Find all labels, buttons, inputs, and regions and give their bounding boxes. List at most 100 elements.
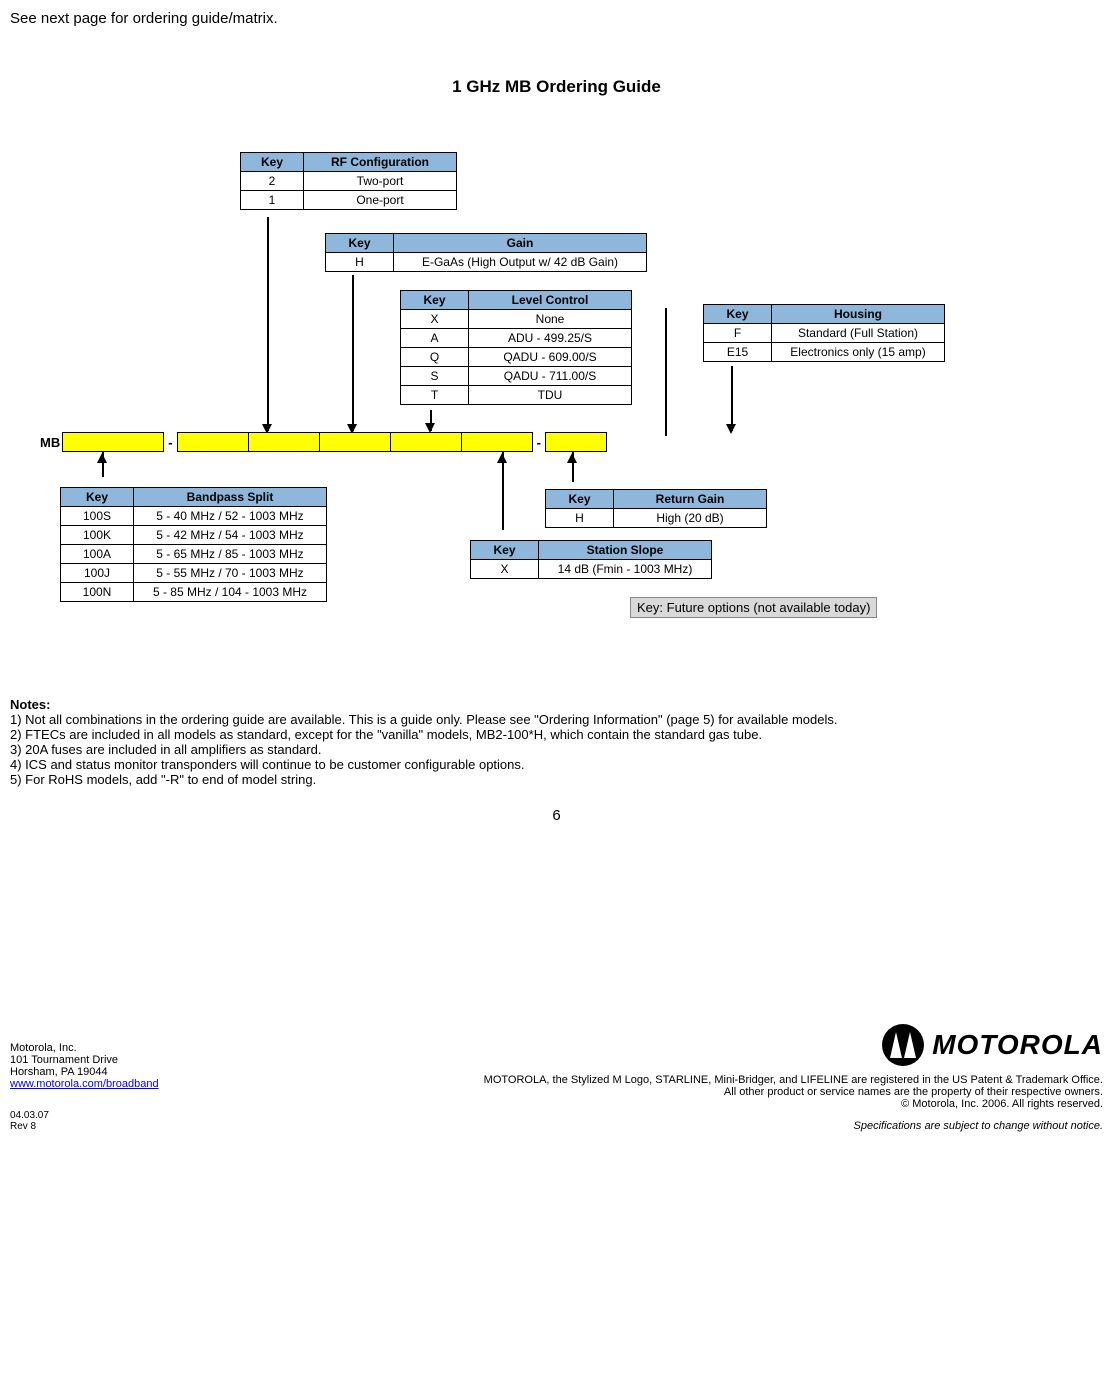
arrow-up-icon xyxy=(567,453,577,463)
cell: Electronics only (15 amp) xyxy=(772,343,945,362)
housing-val-header: Housing xyxy=(772,305,945,324)
trademark-line: MOTOROLA, the Stylized M Logo, STARLINE,… xyxy=(484,1074,1103,1086)
cell: TDU xyxy=(469,386,632,405)
bp-key-header: Key xyxy=(61,488,134,507)
cell: 100J xyxy=(61,564,134,583)
cell: H xyxy=(546,509,614,528)
note-line: 1) Not all combinations in the ordering … xyxy=(10,712,1103,727)
address-line: 101 Tournament Drive xyxy=(10,1054,159,1066)
revision-info: 04.03.07 Rev 8 xyxy=(10,1110,159,1132)
cell: None xyxy=(469,310,632,329)
rfconfig-table: KeyRF Configuration 2Two-port 1One-port xyxy=(240,152,457,210)
stationslope-table: KeyStation Slope X14 dB (Fmin - 1003 MHz… xyxy=(470,540,712,579)
cell: 5 - 42 MHz / 54 - 1003 MHz xyxy=(134,526,327,545)
rfconfig-key-header: Key xyxy=(241,153,304,172)
cell: T xyxy=(401,386,469,405)
note-line: 3) 20A fuses are included in all amplifi… xyxy=(10,742,1103,757)
footer: Motorola, Inc. 101 Tournament Drive Hors… xyxy=(10,1024,1103,1132)
cell: 100S xyxy=(61,507,134,526)
cell: 100A xyxy=(61,545,134,564)
notes-title: Notes: xyxy=(10,697,1103,712)
cell: 5 - 85 MHz / 104 - 1003 MHz xyxy=(134,583,327,602)
top-notice: See next page for ordering guide/matrix. xyxy=(10,10,1103,27)
slot-return xyxy=(462,432,533,452)
trademark-line: All other product or service names are t… xyxy=(484,1086,1103,1098)
lc-key-header: Key xyxy=(401,291,469,310)
slot-gain xyxy=(249,432,320,452)
copyright-line: © Motorola, Inc. 2006. All rights reserv… xyxy=(484,1098,1103,1110)
mb-model-row: MB - - xyxy=(40,432,607,452)
cell: S xyxy=(401,367,469,386)
lc-val-header: Level Control xyxy=(469,291,632,310)
gain-val-header: Gain xyxy=(394,234,647,253)
mb-label: MB xyxy=(40,435,60,450)
motorola-logo: MOTOROLA xyxy=(484,1024,1103,1066)
note-line: 4) ICS and status monitor transponders w… xyxy=(10,757,1103,772)
cell: 100N xyxy=(61,583,134,602)
cell: 14 dB (Fmin - 1003 MHz) xyxy=(539,560,712,579)
cell: 5 - 55 MHz / 70 - 1003 MHz xyxy=(134,564,327,583)
housing-table: KeyHousing FStandard (Full Station) E15E… xyxy=(703,304,945,362)
address-line: Horsham, PA 19044 xyxy=(10,1066,159,1078)
connector-line xyxy=(267,217,269,431)
housing-key-header: Key xyxy=(704,305,772,324)
slot-bandpass xyxy=(62,432,164,452)
footer-left: Motorola, Inc. 101 Tournament Drive Hors… xyxy=(10,1042,159,1132)
dash: - xyxy=(168,435,172,450)
connector-line xyxy=(665,308,667,436)
cell: 5 - 65 MHz / 85 - 1003 MHz xyxy=(134,545,327,564)
logo-text: MOTOROLA xyxy=(932,1029,1103,1061)
arrow-up-icon xyxy=(97,453,107,463)
cell: Two-port xyxy=(304,172,457,191)
cell: 1 xyxy=(241,191,304,210)
cell: X xyxy=(471,560,539,579)
cell: High (20 dB) xyxy=(614,509,767,528)
notes-section: Notes: 1) Not all combinations in the or… xyxy=(10,697,1103,787)
ss-key-header: Key xyxy=(471,541,539,560)
rfconfig-val-header: RF Configuration xyxy=(304,153,457,172)
cell: One-port xyxy=(304,191,457,210)
rev-date: 04.03.07 xyxy=(10,1110,159,1121)
note-line: 2) FTECs are included in all models as s… xyxy=(10,727,1103,742)
company-name: Motorola, Inc. xyxy=(10,1042,159,1054)
arrow-up-icon xyxy=(497,453,507,463)
legend: Key: Future options (not available today… xyxy=(630,597,877,618)
disclaimer-line: Specifications are subject to change wit… xyxy=(484,1120,1103,1132)
cell: A xyxy=(401,329,469,348)
gain-table: KeyGain HE-GaAs (High Output w/ 42 dB Ga… xyxy=(325,233,647,272)
rev-number: Rev 8 xyxy=(10,1121,159,1132)
levelcontrol-table: KeyLevel Control XNone AADU - 499.25/S Q… xyxy=(400,290,632,405)
slot-housing xyxy=(545,432,607,452)
bp-val-header: Bandpass Split xyxy=(134,488,327,507)
page-number: 6 xyxy=(10,807,1103,824)
stylized-m-icon xyxy=(882,1024,924,1066)
rg-key-header: Key xyxy=(546,490,614,509)
returngain-table: KeyReturn Gain HHigh (20 dB) xyxy=(545,489,767,528)
note-line: 5) For RoHS models, add "-R" to end of m… xyxy=(10,772,1103,787)
cell: ADU - 499.25/S xyxy=(469,329,632,348)
dash: - xyxy=(537,435,541,450)
cell: F xyxy=(704,324,772,343)
gain-key-header: Key xyxy=(326,234,394,253)
cell: X xyxy=(401,310,469,329)
ordering-diagram: KeyRF Configuration 2Two-port 1One-port … xyxy=(10,127,1103,667)
cell: 2 xyxy=(241,172,304,191)
cell: 5 - 40 MHz / 52 - 1003 MHz xyxy=(134,507,327,526)
bandpass-table: KeyBandpass Split 100S5 - 40 MHz / 52 - … xyxy=(60,487,327,602)
broadband-link[interactable]: www.motorola.com/broadband xyxy=(10,1078,159,1090)
connector-line xyxy=(731,366,733,431)
slot-rfconfig xyxy=(177,432,249,452)
cell: QADU - 711.00/S xyxy=(469,367,632,386)
rg-val-header: Return Gain xyxy=(614,490,767,509)
cell: E-GaAs (High Output w/ 42 dB Gain) xyxy=(394,253,647,272)
slot-slope xyxy=(391,432,462,452)
cell: E15 xyxy=(704,343,772,362)
page-title: 1 GHz MB Ordering Guide xyxy=(10,77,1103,97)
cell: Q xyxy=(401,348,469,367)
footer-right: MOTOROLA MOTOROLA, the Stylized M Logo, … xyxy=(484,1024,1103,1132)
slot-level xyxy=(320,432,391,452)
connector-line xyxy=(352,275,354,431)
ss-val-header: Station Slope xyxy=(539,541,712,560)
connector-line xyxy=(502,452,504,530)
cell: 100K xyxy=(61,526,134,545)
